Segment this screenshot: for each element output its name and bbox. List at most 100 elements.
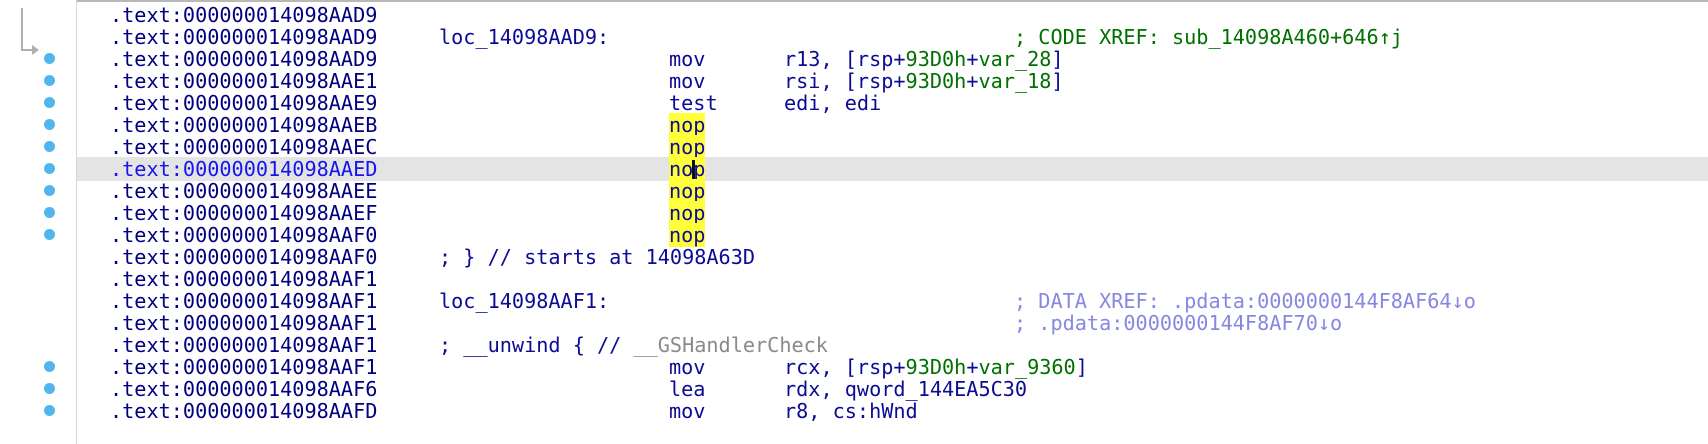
line-address[interactable]: .text:000000014098AAEE [110, 179, 377, 203]
line-address[interactable]: .text:000000014098AAF1 [110, 355, 377, 379]
operand-token[interactable]: r13, [rsp+ [784, 47, 906, 71]
line-address[interactable]: .text:000000014098AAF1 [110, 311, 377, 335]
instruction-operands[interactable]: r13, [rsp+93D0h+var_28] [784, 47, 1064, 71]
instruction-mnemonic[interactable]: mov [669, 69, 705, 93]
operand-token[interactable]: var_28 [978, 47, 1051, 71]
line-address[interactable]: .text:000000014098AAEC [110, 135, 377, 159]
instruction-mnemonic[interactable]: nop [669, 223, 706, 247]
operand-token[interactable]: rsi, [rsp+ [784, 69, 906, 93]
listing-line[interactable]: .text:000000014098AAF1 ; .pdata:000000014… [77, 311, 1708, 335]
line-address[interactable]: .text:000000014098AAED [110, 157, 377, 181]
instruction-mnemonic[interactable]: mov [669, 399, 705, 423]
listing-line[interactable]: .text:000000014098AAF0 nop [77, 223, 1708, 247]
instruction-mnemonic[interactable]: nop [669, 113, 706, 137]
code-xref-comment[interactable]: ; CODE XREF: sub_14098A460+646↑j [1014, 25, 1403, 49]
breakpoint-dot-icon[interactable] [44, 185, 55, 196]
data-xref-comment[interactable]: ; .pdata:0000000144F8AF70↓o [1014, 311, 1342, 335]
instruction-mnemonic[interactable]: lea [669, 377, 705, 401]
breakpoint-dot-icon[interactable] [44, 383, 55, 394]
line-address[interactable]: .text:000000014098AAE9 [110, 91, 377, 115]
breakpoint-dot-icon[interactable] [44, 163, 55, 174]
instruction-operands[interactable]: r8, cs:hWnd [784, 399, 918, 423]
breakpoint-dot-icon[interactable] [44, 207, 55, 218]
operand-token[interactable]: var_18 [978, 69, 1051, 93]
instruction-mnemonic[interactable]: mov [669, 47, 705, 71]
operand-token[interactable]: ] [1051, 69, 1063, 93]
operand-token[interactable]: r8, cs:hWnd [784, 399, 918, 423]
operand-token[interactable]: var_9360 [978, 355, 1075, 379]
line-address[interactable]: .text:000000014098AAEF [110, 201, 377, 225]
operand-token[interactable]: rcx, [rsp+ [784, 355, 906, 379]
code-label[interactable]: loc_14098AAD9: [439, 25, 609, 49]
instruction-mnemonic[interactable]: test [669, 91, 718, 115]
listing-line[interactable]: .text:000000014098AAF1 mov rcx, [rsp+93D0h… [77, 355, 1708, 379]
operand-token[interactable]: 93D0h [906, 47, 967, 71]
line-address[interactable]: .text:000000014098AAFD [110, 399, 377, 423]
breakpoint-dot-icon[interactable] [44, 361, 55, 372]
operand-token[interactable]: 93D0h [906, 355, 967, 379]
listing-line[interactable]: .text:000000014098AAEB nop [77, 113, 1708, 137]
listing-line[interactable]: .text:000000014098AAFD mov r8, cs:hWnd [77, 399, 1708, 423]
line-address[interactable]: .text:000000014098AAF6 [110, 377, 377, 401]
operand-token[interactable]: + [966, 69, 978, 93]
listing-line[interactable]: .text:000000014098AAF1 [77, 267, 1708, 291]
operand-token[interactable]: + [966, 47, 978, 71]
instruction-mnemonic[interactable]: nop [669, 135, 706, 159]
instruction-mnemonic[interactable]: nop [669, 201, 706, 225]
breakpoint-dot-icon[interactable] [44, 229, 55, 240]
listing-line[interactable]: .text:000000014098AAEE nop [77, 179, 1708, 203]
operand-token[interactable]: ] [1051, 47, 1063, 71]
line-address[interactable]: .text:000000014098AAEB [110, 113, 377, 137]
inline-comment-head: ; __unwind { // [439, 333, 634, 357]
line-address[interactable]: .text:000000014098AAF1 [110, 267, 377, 291]
line-address[interactable]: .text:000000014098AAF1 [110, 289, 377, 313]
code-label[interactable]: loc_14098AAF1: [439, 289, 609, 313]
gutter[interactable] [0, 0, 77, 444]
instruction-operands[interactable]: edi, edi [784, 91, 881, 115]
jump-flow-arrow-icon [21, 8, 39, 55]
listing-line[interactable]: .text:000000014098AAE9 test edi, edi [77, 91, 1708, 115]
operand-token[interactable]: rdx, qword_144EA5C30 [784, 377, 1027, 401]
text-caret [692, 160, 696, 179]
listing-line[interactable]: .text:000000014098AAEC nop [77, 135, 1708, 159]
operand-token[interactable]: + [966, 355, 978, 379]
operand-token[interactable]: 93D0h [906, 69, 967, 93]
listing-line[interactable]: .text:000000014098AAF1 loc_14098AAF1: ; DA… [77, 289, 1708, 313]
inline-comment[interactable]: ; } // starts at 14098A63D [439, 245, 755, 269]
operand-token[interactable]: ] [1076, 355, 1088, 379]
listing-line[interactable]: .text:000000014098AAD9 loc_14098AAD9: ; CO… [77, 25, 1708, 49]
instruction-operands[interactable]: rcx, [rsp+93D0h+var_9360] [784, 355, 1088, 379]
breakpoint-dot-icon[interactable] [44, 53, 55, 64]
current-line[interactable]: .text:000000014098AAED nop [77, 157, 1708, 181]
data-xref-comment[interactable]: ; DATA XREF: .pdata:0000000144F8AF64↓o [1014, 289, 1476, 313]
line-address[interactable]: .text:000000014098AAD9 [110, 25, 377, 49]
breakpoint-dot-icon[interactable] [44, 75, 55, 86]
instruction-operands[interactable]: rdx, qword_144EA5C30 [784, 377, 1027, 401]
listing-top-border [77, 0, 1708, 2]
line-address[interactable]: .text:000000014098AAD9 [110, 3, 377, 27]
listing-line[interactable]: .text:000000014098AAF0 ; } // starts at 1… [77, 245, 1708, 269]
line-address[interactable]: .text:000000014098AAF1 [110, 333, 377, 357]
listing-line[interactable]: .text:000000014098AAD9 [77, 3, 1708, 27]
listing-line[interactable]: .text:000000014098AAE1 mov rsi, [rsp+93D0h… [77, 69, 1708, 93]
breakpoint-dot-icon[interactable] [44, 141, 55, 152]
listing-line[interactable]: .text:000000014098AAEF nop [77, 201, 1708, 225]
instruction-mnemonic[interactable]: mov [669, 355, 705, 379]
breakpoint-dot-icon[interactable] [44, 405, 55, 416]
listing-line[interactable]: .text:000000014098AAF6 lea rdx, qword_144E… [77, 377, 1708, 401]
line-address[interactable]: .text:000000014098AAF0 [110, 223, 377, 247]
inline-comment-handler[interactable]: __GSHandlerCheck [633, 333, 827, 357]
instruction-mnemonic[interactable]: nop [669, 157, 706, 181]
listing-line[interactable]: .text:000000014098AAD9 mov r13, [rsp+93D0h… [77, 47, 1708, 71]
line-address[interactable]: .text:000000014098AAD9 [110, 47, 377, 71]
instruction-operands[interactable]: rsi, [rsp+93D0h+var_18] [784, 69, 1064, 93]
operand-token[interactable]: edi, edi [784, 91, 881, 115]
line-address[interactable]: .text:000000014098AAE1 [110, 69, 377, 93]
breakpoint-dot-icon[interactable] [44, 119, 55, 130]
breakpoint-dot-icon[interactable] [44, 97, 55, 108]
inline-comment[interactable]: ; __unwind { // __GSHandlerCheck [439, 333, 828, 357]
listing-line[interactable]: .text:000000014098AAF1 ; __unwind { // __… [77, 333, 1708, 357]
line-address[interactable]: .text:000000014098AAF0 [110, 245, 377, 269]
instruction-mnemonic[interactable]: nop [669, 179, 706, 203]
disassembly-listing[interactable]: .text:000000014098AAD9 .text:000000014098… [77, 0, 1708, 444]
